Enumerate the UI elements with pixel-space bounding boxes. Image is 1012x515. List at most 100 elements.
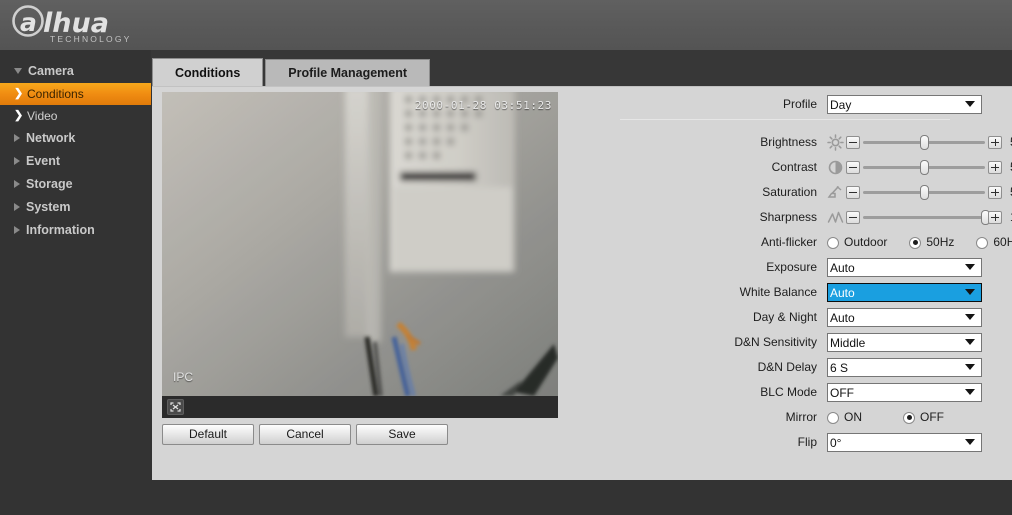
sharpness-slider-track[interactable] [863,210,990,225]
anti-flicker-label-outdoor: Outdoor [844,235,888,250]
sidebar-group-system-label: System [26,200,71,214]
chevron-right-icon [14,133,20,142]
anti-flicker-radio-outdoor[interactable] [827,236,839,249]
brightness-control: 50 [827,130,1012,155]
fullscreen-icon[interactable] [167,399,184,415]
blc-mode-label: BLC Mode [760,385,817,399]
sidebar-group-information[interactable]: Information [0,219,151,242]
blc-mode-select[interactable]: OFF [827,383,982,402]
video-channel-label: IPC [173,370,194,384]
tab-conditions[interactable]: Conditions [152,58,264,87]
conditions-form: Profile Day Brightness Contrast Saturati… [572,92,1012,455]
day-night-control: Auto [827,305,982,327]
brightness-decrease-button[interactable] [846,136,860,149]
anti-flicker-radio-60hz[interactable] [976,236,989,249]
row-dn-sensitivity: D&N Sensitivity Middle [572,330,1002,355]
anti-flicker-label-60hz: 60Hz [993,235,1012,250]
row-day-night: Day & Night Auto [572,305,1002,330]
row-mirror: Mirror ON OFF [572,405,1002,430]
mirror-label-off: OFF [920,410,944,425]
sidebar-item-video-label: Video [27,109,58,123]
sidebar-group-camera-label: Camera [28,64,74,78]
app-header: a lhua TECHNOLOGY [0,0,1012,50]
brightness-slider-track[interactable] [863,135,985,150]
chevron-right-icon [14,156,20,165]
flip-label: Flip [797,435,817,449]
contrast-slider-handle[interactable] [920,160,929,175]
saturation-increase-button[interactable] [988,186,1002,199]
saturation-label: Saturation [762,185,817,199]
save-button[interactable]: Save [356,424,448,445]
chevron-right-icon: ❯ [14,87,24,100]
brightness-slider-handle[interactable] [920,135,929,150]
dn-delay-label: D&N Delay [757,360,817,374]
brightness-icon [827,134,844,151]
row-dn-delay: D&N Delay 6 S [572,355,1002,380]
default-button[interactable]: Default [162,424,254,445]
sharpness-icon [827,209,844,226]
chevron-right-icon [14,202,20,211]
saturation-slider-handle[interactable] [920,185,929,200]
sharpness-decrease-button[interactable] [846,211,860,224]
tab-bar: Conditions Profile Management [152,58,432,87]
day-night-label: Day & Night [752,310,817,324]
contrast-label: Contrast [771,160,817,174]
dn-delay-select[interactable]: 6 S [827,358,982,377]
blc-mode-control: OFF [827,380,982,402]
sidebar-item-conditions[interactable]: ❯ Conditions [0,83,151,105]
sharpness-label: Sharpness [759,210,817,224]
dahua-logo: a lhua TECHNOLOGY [10,4,160,46]
mirror-radio-off[interactable] [903,411,915,424]
white-balance-label: White Balance [739,285,817,299]
brightness-label: Brightness [760,135,817,149]
profile-label: Profile [782,97,817,111]
saturation-control: 50 [827,180,1012,205]
white-balance-control: Auto [827,280,982,302]
video-preview[interactable]: 2000-01-28 03:51:23 IPC [162,92,558,396]
contrast-decrease-button[interactable] [846,161,860,174]
contrast-increase-button[interactable] [988,161,1002,174]
chevron-right-icon: ❯ [14,109,24,122]
sidebar-group-camera[interactable]: Camera [0,60,151,83]
action-buttons: Default Cancel Save [162,424,558,445]
saturation-slider-track[interactable] [863,185,985,200]
dn-sensitivity-label: D&N Sensitivity [734,335,817,349]
mirror-label: Mirror [785,410,817,424]
sidebar-group-event[interactable]: Event [0,150,151,173]
video-timestamp: 2000-01-28 03:51:23 [414,99,552,112]
anti-flicker-radio-50hz[interactable] [909,236,922,249]
sidebar-group-system[interactable]: System [0,196,151,219]
row-blc-mode: BLC Mode OFF [572,380,1002,405]
cancel-button[interactable]: Cancel [259,424,351,445]
exposure-select[interactable]: Auto [827,258,982,277]
anti-flicker-label-50hz: 50Hz [926,235,955,250]
sidebar-item-video[interactable]: ❯ Video [0,105,151,127]
brightness-increase-button[interactable] [988,136,1002,149]
row-flip: Flip 0° [572,430,1002,455]
chevron-right-icon [14,225,20,234]
mirror-label-on: ON [844,410,862,425]
sidebar-group-network[interactable]: Network [0,127,151,150]
saturation-decrease-button[interactable] [846,186,860,199]
sidebar-group-storage[interactable]: Storage [0,173,151,196]
profile-select[interactable]: Day [827,95,982,114]
sharpness-increase-button[interactable] [988,211,1002,224]
flip-select[interactable]: 0° [827,433,982,452]
mirror-radio-on[interactable] [827,411,839,424]
tab-profile-management[interactable]: Profile Management [265,59,431,87]
svg-text:a: a [20,8,37,37]
dn-sensitivity-select[interactable]: Middle [827,333,982,352]
profile-control: Day [827,92,982,114]
dn-delay-control: 6 S [827,355,982,377]
content-panel: 2000-01-28 03:51:23 IPC Default Cancel Sav… [152,86,1012,480]
chevron-down-icon [14,67,22,74]
contrast-control: 50 [827,155,1012,180]
contrast-slider-track[interactable] [863,160,985,175]
white-balance-select[interactable]: Auto [827,283,982,302]
saturation-icon [827,184,844,201]
day-night-select[interactable]: Auto [827,308,982,327]
sidebar-group-event-label: Event [26,154,61,168]
row-saturation: Saturation 50 [572,180,1012,205]
video-preview-area: 2000-01-28 03:51:23 IPC [162,92,558,418]
exposure-control: Auto [827,255,982,277]
